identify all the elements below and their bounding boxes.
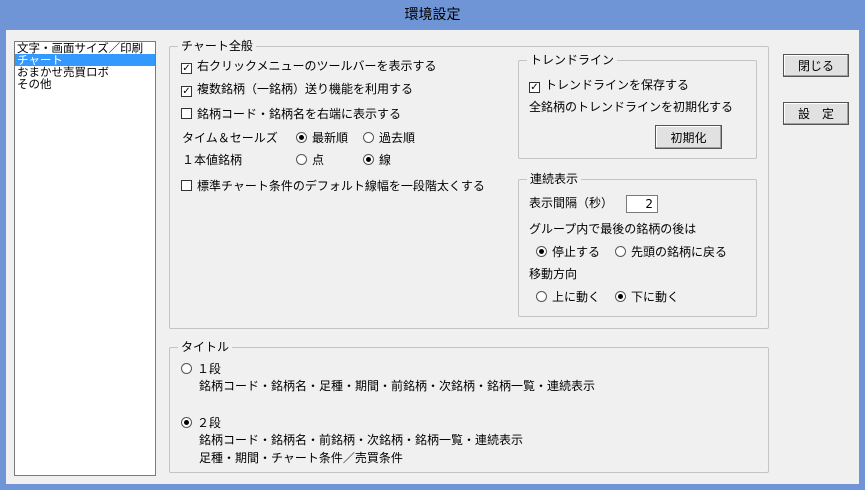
- continuous-display-legend: 連続表示: [530, 172, 579, 186]
- time-sales-newest-label: 最新順: [312, 131, 349, 145]
- chart-general-legend: チャート全般: [181, 39, 253, 53]
- after-last-stop-label: 停止する: [552, 245, 601, 259]
- time-sales-oldest-option[interactable]: 過去順: [363, 130, 415, 146]
- thick-line-option[interactable]: 標準チャート条件のデフォルト線幅を一段階太くする: [181, 178, 485, 194]
- title-one-row-desc: 銘柄コード・銘柄名・足種・期間・前銘柄・次銘柄・銘柄一覧・連続表示: [199, 379, 596, 393]
- single-price-label: １本値銘柄: [182, 153, 243, 167]
- after-last-return-option[interactable]: 先頭の銘柄に戻る: [615, 244, 727, 260]
- interval-label: 表示間隔（秒）: [529, 196, 614, 210]
- code-right-option[interactable]: 銘柄コード・銘柄名を右端に表示する: [181, 106, 401, 122]
- category-item-text-screen-print[interactable]: 文字・画面サイズ／印刷: [15, 42, 155, 54]
- multi-send-option[interactable]: ✓ 複数銘柄（一銘柄）送り機能を利用する: [181, 81, 413, 97]
- title-group-legend: タイトル: [181, 340, 230, 354]
- single-price-line-radio[interactable]: [363, 154, 374, 165]
- code-right-option-label: 銘柄コード・銘柄名を右端に表示する: [197, 107, 402, 121]
- direction-label: 移動方向: [529, 267, 578, 281]
- trendline-save-checkbox[interactable]: ✓: [529, 82, 540, 93]
- direction-up-option[interactable]: 上に動く: [536, 289, 600, 305]
- multi-send-checkbox[interactable]: ✓: [181, 86, 192, 97]
- trendline-legend: トレンドライン: [530, 53, 615, 67]
- trendline-save-label: トレンドラインを保存する: [545, 78, 690, 92]
- single-price-line-option[interactable]: 線: [363, 152, 391, 168]
- toolbar-option[interactable]: ✓ 右クリックメニューのツールバーを表示する: [181, 58, 437, 74]
- single-price-line-label: 線: [379, 153, 392, 167]
- close-button[interactable]: 閉じる: [783, 54, 849, 77]
- toolbar-checkbox[interactable]: ✓: [181, 63, 192, 74]
- title-one-row-option[interactable]: １段: [181, 361, 221, 377]
- trendline-init-text: 全銘柄のトレンドラインを初期化する: [529, 100, 734, 114]
- multi-send-option-label: 複数銘柄（一銘柄）送り機能を利用する: [197, 82, 414, 96]
- time-sales-label: タイム＆セールズ: [182, 131, 278, 145]
- time-sales-oldest-radio[interactable]: [363, 132, 374, 143]
- title-one-row-label: １段: [197, 362, 222, 376]
- thick-line-option-label: 標準チャート条件のデフォルト線幅を一段階太くする: [197, 179, 485, 193]
- interval-input[interactable]: 2: [626, 195, 658, 213]
- title-two-row-radio[interactable]: [181, 417, 192, 428]
- category-list[interactable]: 文字・画面サイズ／印刷 チャート おまかせ売買ロボ その他: [14, 41, 156, 476]
- dialog-client-area: 文字・画面サイズ／印刷 チャート おまかせ売買ロボ その他 チャート全般 ✓ 右ク…: [6, 30, 859, 484]
- direction-down-option[interactable]: 下に動く: [615, 289, 679, 305]
- direction-up-radio[interactable]: [536, 291, 547, 302]
- time-sales-oldest-label: 過去順: [379, 131, 416, 145]
- after-last-stop-radio[interactable]: [536, 246, 547, 257]
- after-last-return-label: 先頭の銘柄に戻る: [631, 245, 728, 259]
- category-item-auto-trade-robot[interactable]: おまかせ売買ロボ: [15, 66, 155, 78]
- after-last-stop-option[interactable]: 停止する: [536, 244, 600, 260]
- window-title: 環境設定: [0, 0, 865, 30]
- after-last-label: グループ内で最後の銘柄の後は: [529, 222, 697, 236]
- trendline-init-button[interactable]: 初期化: [655, 125, 722, 149]
- code-right-checkbox[interactable]: [181, 108, 192, 119]
- single-price-dot-label: 点: [312, 153, 325, 167]
- title-one-row-radio[interactable]: [181, 363, 192, 374]
- category-item-chart[interactable]: チャート: [15, 54, 155, 66]
- thick-line-checkbox[interactable]: [181, 180, 192, 191]
- time-sales-newest-radio[interactable]: [296, 132, 307, 143]
- title-two-row-desc-line2: 足種・期間・チャート条件／売買条件: [199, 451, 403, 465]
- direction-up-label: 上に動く: [552, 290, 601, 304]
- direction-down-radio[interactable]: [615, 291, 626, 302]
- category-item-other[interactable]: その他: [15, 78, 155, 90]
- after-last-return-radio[interactable]: [615, 246, 626, 257]
- title-two-row-desc-line1: 銘柄コード・銘柄名・前銘柄・次銘柄・銘柄一覧・連続表示: [199, 433, 524, 447]
- single-price-dot-option[interactable]: 点: [296, 152, 324, 168]
- toolbar-option-label: 右クリックメニューのツールバーを表示する: [197, 59, 437, 73]
- title-two-row-label: ２段: [197, 416, 222, 430]
- time-sales-newest-option[interactable]: 最新順: [296, 130, 348, 146]
- single-price-dot-radio[interactable]: [296, 154, 307, 165]
- settings-button[interactable]: 設 定: [783, 102, 849, 125]
- trendline-save-option[interactable]: ✓ トレンドラインを保存する: [529, 77, 689, 93]
- title-two-row-option[interactable]: ２段: [181, 415, 221, 431]
- direction-down-label: 下に動く: [631, 290, 680, 304]
